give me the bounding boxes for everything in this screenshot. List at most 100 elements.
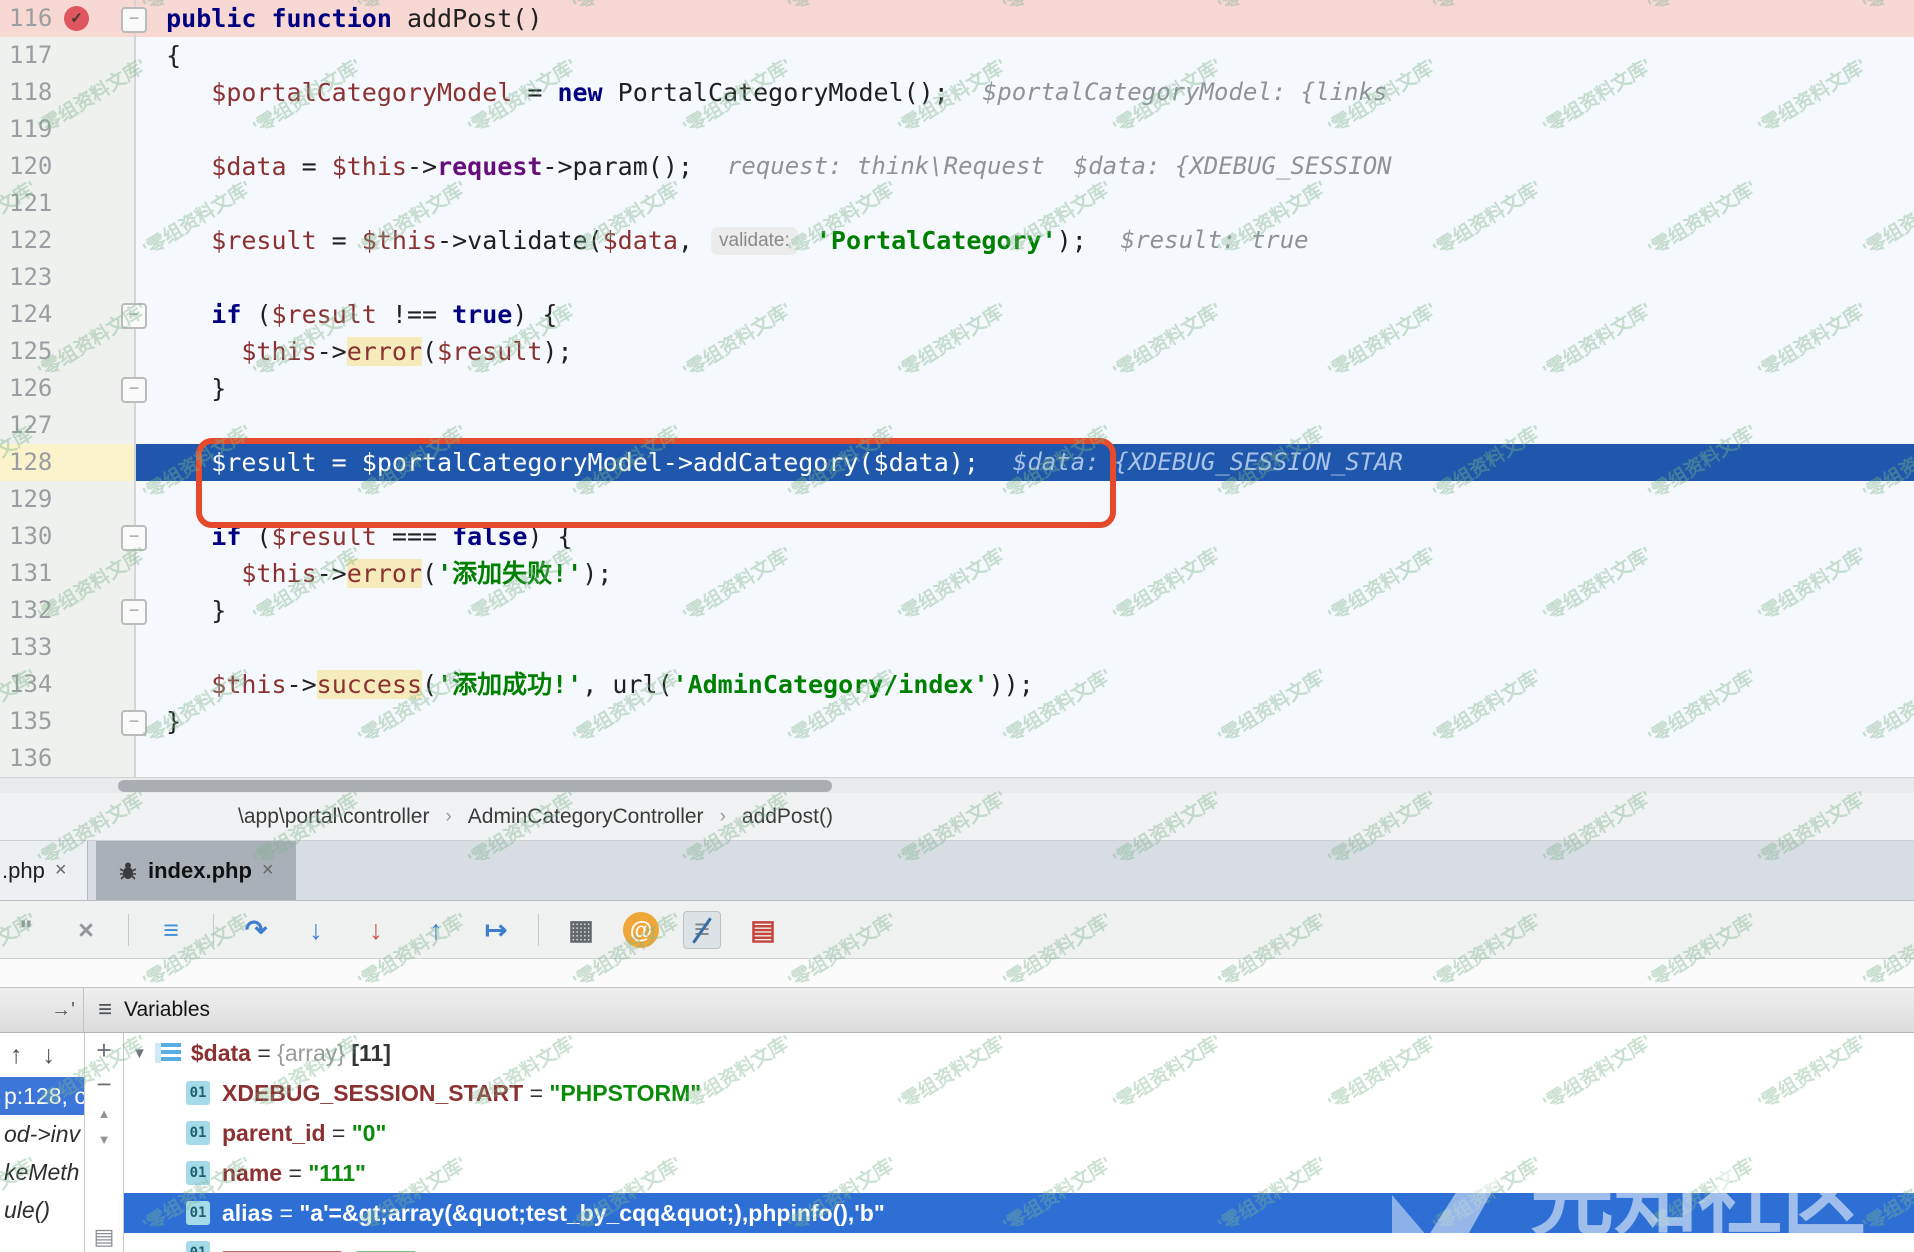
scroll-down-icon[interactable]: ▼ — [98, 1127, 111, 1153]
code-text-area[interactable]: public function addPost() — [136, 0, 1914, 37]
code-text-area[interactable]: $this->error($result); — [136, 333, 1914, 370]
toolbar-fragment-quote-icon[interactable]: " — [8, 912, 44, 948]
scroll-up-icon[interactable]: ▲ — [98, 1101, 111, 1127]
gutter[interactable]: 119 — [0, 111, 136, 148]
run-to-cursor-icon[interactable]: ↦ — [478, 912, 514, 948]
breadcrumb-item[interactable]: AdminCategoryController — [468, 805, 704, 829]
inline-values-icon[interactable]: ≡ — [683, 911, 721, 949]
watch-return-values-icon[interactable]: @ — [623, 912, 659, 948]
variable-row[interactable]: 01parent_id = "0" — [124, 1113, 1914, 1153]
force-step-into-icon[interactable]: ↓ — [358, 912, 394, 948]
code-segment — [136, 559, 241, 588]
gutter[interactable]: 131 — [0, 555, 136, 592]
code-editor[interactable]: 116✓− public function addPost()117 {118 … — [0, 0, 1914, 777]
step-out-icon[interactable]: ↑ — [418, 912, 454, 948]
gutter[interactable]: 136 — [0, 740, 136, 777]
line-number: 124 — [0, 296, 62, 333]
gutter[interactable]: 135− — [0, 703, 136, 740]
code-text-area[interactable]: $result = $portalCategoryModel->addCateg… — [136, 444, 1914, 481]
variable-row[interactable]: 01XDEBUG_SESSION_START = "PHPSTORM" — [124, 1073, 1914, 1113]
code-text-area[interactable] — [136, 629, 1914, 666]
code-text-area[interactable]: $this->success('添加成功!', url('AdminCatego… — [136, 666, 1914, 703]
fold-marker-icon[interactable]: − — [121, 525, 147, 551]
gutter[interactable]: 120 — [0, 148, 136, 185]
fold-marker-icon[interactable]: − — [121, 599, 147, 625]
gutter[interactable]: 129 — [0, 481, 136, 518]
code-text-area[interactable] — [136, 185, 1914, 222]
step-over-icon[interactable]: ↷ — [238, 912, 274, 948]
code-text-area[interactable]: { — [136, 37, 1914, 74]
stack-frame-item[interactable]: od->inv — [0, 1115, 84, 1153]
code-text-area[interactable] — [136, 740, 1914, 777]
variable-row[interactable]: 01 — [124, 1233, 1914, 1252]
variables-menu-icon[interactable]: ≡ — [98, 996, 112, 1024]
code-text-area[interactable]: $data = $this->request->param();request:… — [136, 148, 1914, 185]
gutter[interactable]: 128 — [0, 444, 136, 481]
toolbar-fragment-close-icon[interactable]: × — [68, 912, 104, 948]
fold-column: − — [96, 0, 134, 37]
code-text-area[interactable] — [136, 481, 1914, 518]
gutter[interactable]: 118 — [0, 74, 136, 111]
add-watch-icon[interactable]: + — [96, 1033, 111, 1067]
variable-row[interactable]: 01alias = "a'=&gt;array(&quot;test_by_cq… — [124, 1193, 1914, 1233]
code-text-area[interactable] — [136, 111, 1914, 148]
gutter[interactable]: 127 — [0, 407, 136, 444]
gutter[interactable]: 124− — [0, 296, 136, 333]
gutter[interactable]: 121 — [0, 185, 136, 222]
close-icon[interactable]: × — [262, 859, 274, 882]
code-text-area[interactable]: $portalCategoryModel = new PortalCategor… — [136, 74, 1914, 111]
code-text-area[interactable]: if ($result !== true) { — [136, 296, 1914, 333]
remove-watch-icon[interactable]: − — [96, 1067, 111, 1101]
evaluate-expression-icon[interactable]: ▦ — [563, 912, 599, 948]
breadcrumb-item[interactable]: \app\portal\controller — [238, 805, 429, 829]
fold-marker-icon[interactable]: − — [121, 377, 147, 403]
code-text-area[interactable] — [136, 259, 1914, 296]
variable-value: "0" — [352, 1120, 387, 1147]
debugger-toolbar: " × ≡ ↷ ↓ ↓ ↑ ↦ ▦ @ ≡ ▤ — [0, 901, 1914, 959]
fold-marker-icon[interactable]: − — [121, 303, 147, 329]
gutter[interactable]: 130− — [0, 518, 136, 555]
breakpoint-icon[interactable]: ✓ — [64, 6, 89, 31]
step-into-icon[interactable]: ↓ — [298, 912, 334, 948]
code-text-area[interactable]: $result = $this->validate($data, validat… — [136, 222, 1914, 259]
expander-icon[interactable]: ▼ — [132, 1045, 147, 1062]
code-segment: ) { — [512, 300, 557, 329]
gutter[interactable]: 122 — [0, 222, 136, 259]
gutter[interactable]: 125 — [0, 333, 136, 370]
variable-row-root[interactable]: ▼$data = {array} [11] — [124, 1033, 1914, 1073]
horizontal-scrollbar-thumb[interactable] — [118, 780, 832, 792]
code-text-area[interactable]: } — [136, 592, 1914, 629]
stack-frame-item[interactable]: p:128, o — [0, 1077, 84, 1115]
code-text-area[interactable] — [136, 407, 1914, 444]
code-text-area[interactable]: } — [136, 703, 1914, 740]
gutter[interactable]: 116✓− — [0, 0, 136, 37]
next-frame-icon[interactable]: ↓ — [43, 1041, 56, 1070]
copy-stack-icon[interactable]: ▤ — [94, 1224, 115, 1250]
gutter[interactable]: 132− — [0, 592, 136, 629]
fold-marker-icon[interactable]: − — [121, 710, 147, 736]
variable-row[interactable]: 01name = "111" — [124, 1153, 1914, 1193]
stack-frame-item[interactable]: keMeth — [0, 1153, 84, 1191]
fold-marker-icon[interactable]: − — [121, 7, 147, 33]
stack-frame-item[interactable]: ule() — [0, 1191, 84, 1229]
tab-partial-php[interactable]: .php × — [0, 841, 88, 900]
gutter[interactable]: 134 — [0, 666, 136, 703]
gutter[interactable]: 123 — [0, 259, 136, 296]
gutter[interactable]: 126− — [0, 370, 136, 407]
execution-point-icon[interactable]: →' — [51, 999, 75, 1022]
restore-layout-icon[interactable]: ▤ — [745, 912, 781, 948]
previous-frame-icon[interactable]: ↑ — [10, 1041, 23, 1070]
gutter[interactable]: 133 — [0, 629, 136, 666]
breadcrumb-item[interactable]: addPost() — [742, 805, 833, 829]
gutter[interactable]: 117 — [0, 37, 136, 74]
layout-menu-icon[interactable]: ≡ — [153, 912, 189, 948]
code-text-area[interactable]: $this->error('添加失败!'); — [136, 555, 1914, 592]
code-text-area[interactable]: if ($result === false) { — [136, 518, 1914, 555]
code-text-area[interactable]: } — [136, 370, 1914, 407]
gutter-icons — [62, 148, 96, 185]
tab-index-php[interactable]: index.php × — [96, 841, 296, 900]
close-icon[interactable]: × — [55, 859, 67, 882]
code-segment: ( — [422, 337, 437, 366]
line-number: 117 — [0, 37, 62, 74]
horizontal-scrollbar-track[interactable] — [0, 777, 1914, 794]
